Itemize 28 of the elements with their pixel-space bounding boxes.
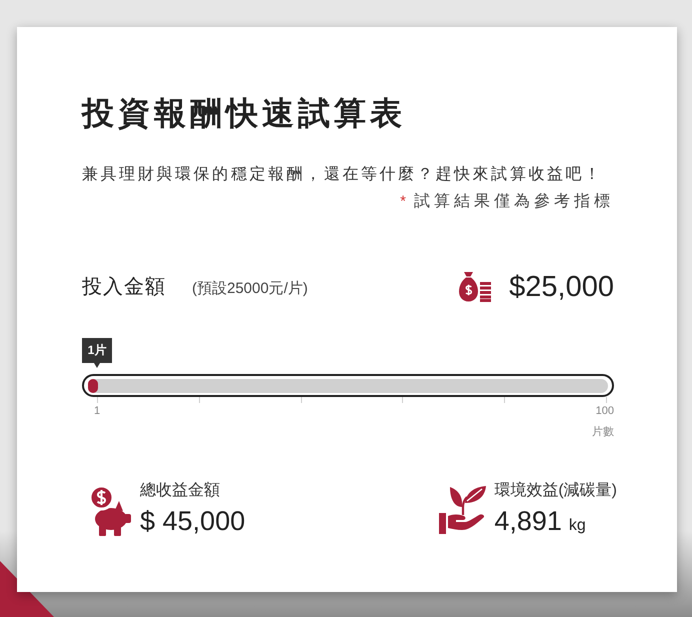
intro-text: 兼具理財與環保的穩定報酬，還在等什麼？趕快來試算收益吧！ (82, 164, 604, 185)
scale-tick (606, 397, 607, 403)
corner-decoration (0, 561, 56, 617)
scale-tick (504, 397, 506, 403)
page-title: 投資報酬快速試算表 (82, 94, 407, 133)
result-label: 環境效益(減碳量) (494, 481, 617, 501)
max-label: 100 (596, 404, 614, 418)
slider-tooltip: 1片 (82, 338, 112, 368)
result-value: $ 45,000 (140, 505, 246, 537)
amount-hint: (預設25000元/片) (192, 279, 308, 299)
result-label: 總收益金額 (140, 481, 221, 501)
amount-label: 投入金額 (82, 275, 166, 300)
min-label: 1 (94, 404, 100, 418)
disclaimer-text: 試算結果僅為參考指標 (414, 192, 614, 212)
scale-tick (402, 397, 404, 403)
scale-tick (97, 397, 98, 403)
hand-sprout-icon (439, 484, 488, 534)
money-bag-icon (459, 272, 492, 302)
unit-label: 片數 (592, 425, 614, 439)
scale-tick (198, 397, 200, 403)
slider-track[interactable] (88, 378, 608, 392)
result-unit: kg (568, 516, 586, 536)
amount-value: $25,000 (509, 270, 614, 305)
slider-thumb[interactable] (88, 378, 98, 392)
asterisk-mark: * (400, 192, 406, 212)
slider-control[interactable] (82, 374, 614, 397)
result-value: 4,891 (494, 505, 562, 537)
scale-tick (300, 397, 302, 403)
